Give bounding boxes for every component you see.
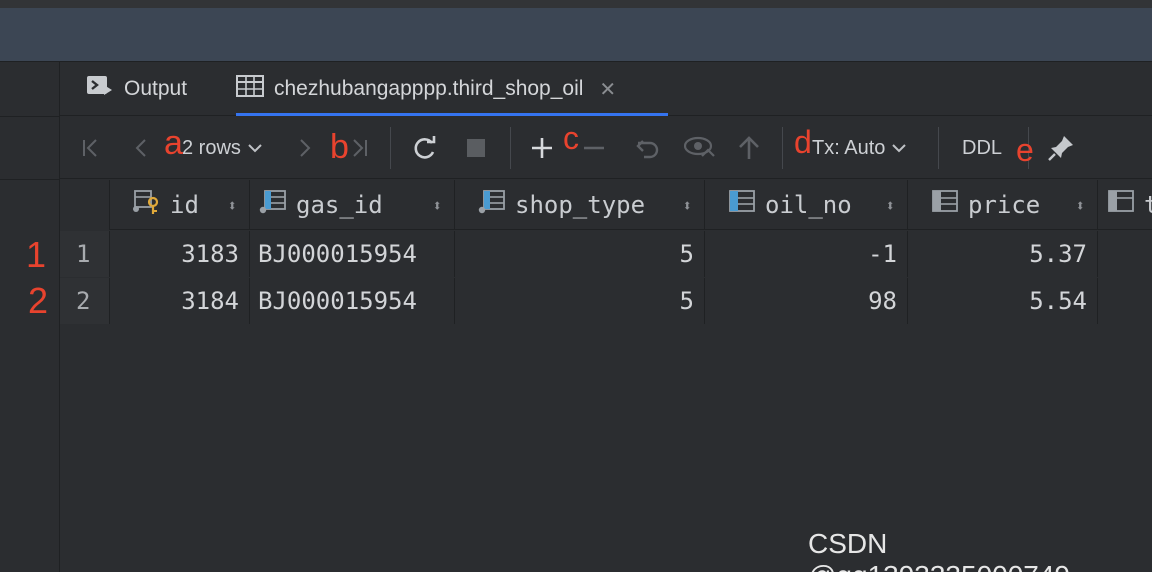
table-row[interactable]: 1 3183 BJ000015954 5 -1 5.37 [60,231,1152,277]
add-row-button[interactable] [530,117,554,179]
submit-icon[interactable] [736,117,762,179]
cell-oil-no[interactable]: 98 [705,278,908,324]
results-toolbar: 2 rows Tx: Auto DDL [60,117,1152,179]
primary-key-column-icon [132,189,162,221]
cell-shop-type[interactable]: 5 [455,231,705,277]
cell-id[interactable]: 3184 [110,278,250,324]
next-page-icon[interactable] [296,117,314,179]
tab-third-shop-oil-label: chezhubangapppp.third_shop_oil [274,77,584,100]
chevron-down-icon [247,137,263,160]
tab-output-label: Output [124,77,188,100]
annotation-a: a [164,124,183,162]
cell-price[interactable]: 5.37 [908,231,1098,277]
cell-gas-id[interactable]: BJ000015954 [250,231,455,277]
transaction-mode-dropdown[interactable]: Tx: Auto [812,117,907,179]
active-tab-indicator [236,113,668,116]
column-header-id[interactable]: id ⬍ [110,180,250,230]
reload-icon[interactable] [410,117,438,179]
column-icon [930,189,960,221]
annotation-d: d [794,124,812,160]
row-number: 1 [60,231,110,277]
csdn-watermark: CSDN @qq1393335000749 [808,528,1070,572]
sort-icon[interactable]: ⬍ [1075,196,1085,215]
tab-output[interactable]: Output [86,62,187,116]
sort-icon[interactable]: ⬍ [432,196,442,215]
indexed-column-icon [258,189,288,221]
sort-icon[interactable]: ⬍ [682,196,692,215]
transaction-mode-label: Tx: Auto [812,136,886,159]
cell-gas-id[interactable]: BJ000015954 [250,278,455,324]
row-number: 2 [60,278,110,324]
annotation-e: e [1016,132,1034,168]
console-output-icon [86,74,114,104]
column-header-row: id ⬍ gas_id ⬍ shop_type ⬍ oil_no ⬍ price… [60,180,1152,230]
annotation-row-2: 2 [28,280,49,321]
column-header-price[interactable]: price ⬍ [908,180,1098,230]
table-row[interactable]: 2 3184 BJ000015954 5 98 5.54 [60,278,1152,324]
column-header-gas-id[interactable]: gas_id ⬍ [250,180,455,230]
row-number-header [60,180,110,230]
ddl-button[interactable]: DDL [962,117,1002,179]
chevron-down-icon [891,137,907,160]
annotation-row-1: 1 [26,234,47,275]
cell-t[interactable] [1098,231,1152,277]
annotation-b: b [330,128,349,166]
previous-page-icon[interactable] [132,117,150,179]
stop-icon[interactable] [466,117,486,179]
tab-bar: Output chezhubangapppp.third_shop_oil ✕ [60,62,1152,116]
editor-header-bar [0,8,1152,62]
cell-price[interactable]: 5.54 [908,278,1098,324]
cell-shop-type[interactable]: 5 [455,278,705,324]
last-page-icon[interactable] [348,117,370,179]
cell-id[interactable]: 3183 [110,231,250,277]
column-icon [727,189,757,221]
cell-oil-no[interactable]: -1 [705,231,908,277]
delete-row-button[interactable] [582,117,606,179]
column-header-t[interactable]: t [1098,180,1152,230]
sort-icon[interactable]: ⬍ [227,196,237,215]
rows-count-dropdown[interactable]: 2 rows [182,117,263,179]
column-header-shop-type[interactable]: shop_type ⬍ [455,180,705,230]
preview-pending-changes-icon[interactable] [684,117,718,179]
close-tab-icon[interactable]: ✕ [599,77,616,102]
column-header-oil-no[interactable]: oil_no ⬍ [705,180,908,230]
annotation-c: c [563,120,579,156]
sort-icon[interactable]: ⬍ [885,196,895,215]
table-icon [236,74,264,104]
tab-third-shop-oil[interactable]: chezhubangapppp.third_shop_oil ✕ [236,62,628,116]
cell-t[interactable] [1098,278,1152,324]
indexed-column-icon [477,189,507,221]
results-grid: id ⬍ gas_id ⬍ shop_type ⬍ oil_no ⬍ price… [60,180,1152,572]
first-page-icon[interactable] [80,117,102,179]
rows-count-label: 2 rows [182,136,241,159]
revert-icon[interactable] [634,117,662,179]
column-icon [1106,189,1136,221]
pin-icon[interactable] [1046,117,1076,179]
window-top-strip [0,0,1152,8]
